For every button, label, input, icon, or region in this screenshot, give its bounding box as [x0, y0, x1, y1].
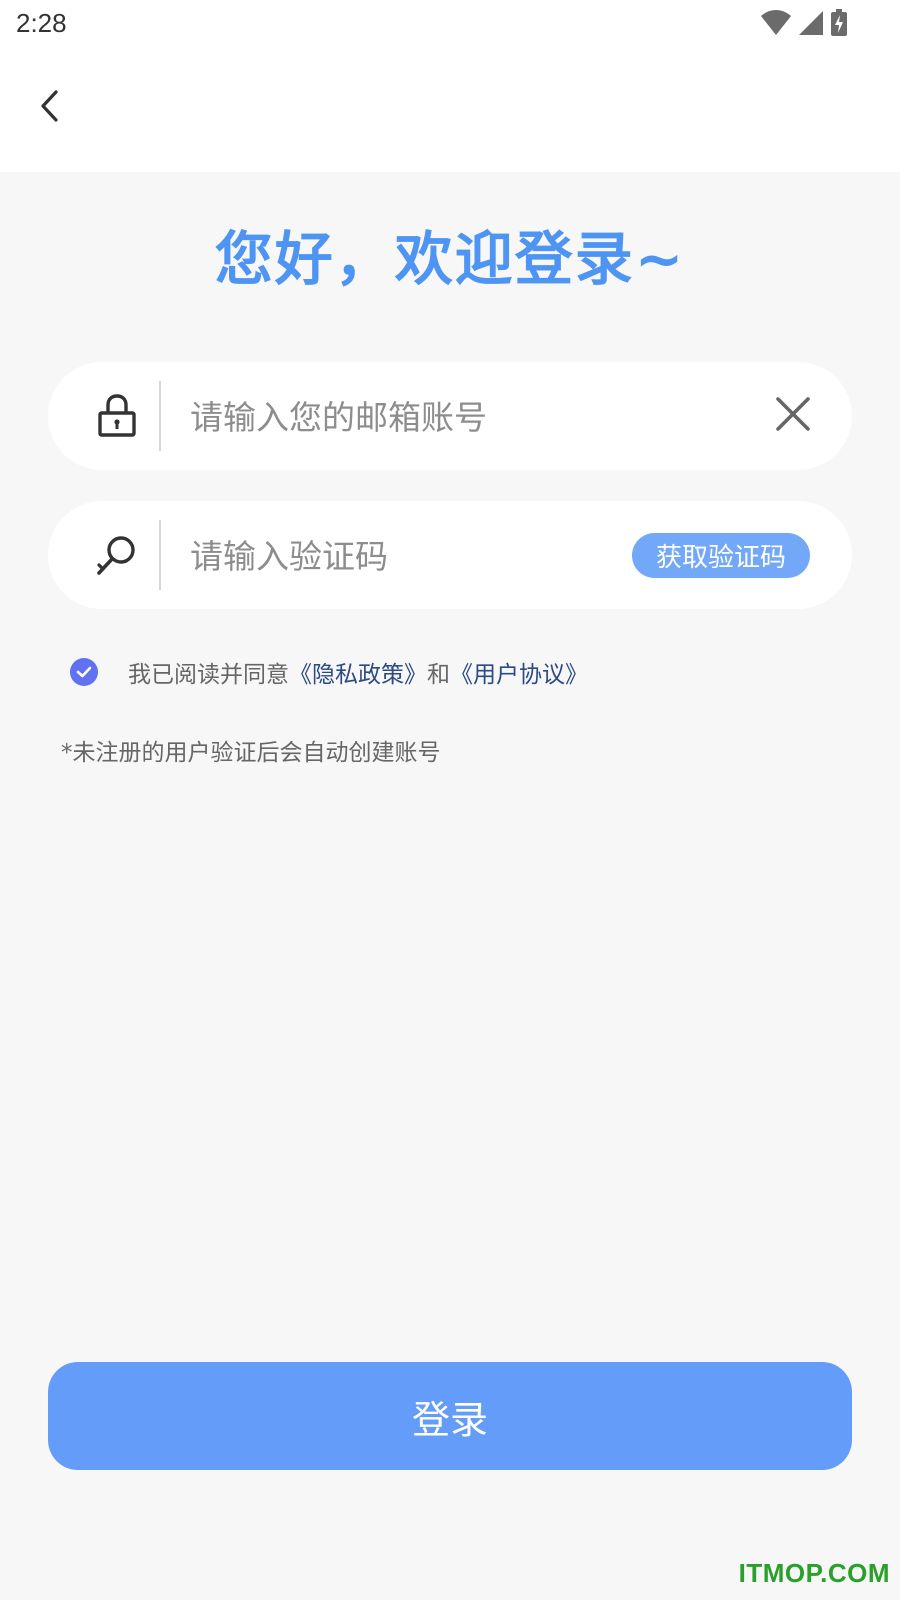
get-code-button[interactable]: 获取验证码 [632, 533, 810, 578]
field-divider [159, 520, 161, 590]
lock-icon [92, 391, 142, 441]
status-icons [760, 9, 848, 41]
clear-input-button[interactable] [770, 393, 816, 439]
privacy-policy-link[interactable]: 《隐私政策》 [289, 655, 427, 689]
registration-notice: *未注册的用户验证后会自动创建账号 [61, 740, 441, 766]
verification-code-field: 获取验证码 [48, 501, 852, 609]
login-button[interactable]: 登录 [48, 1362, 852, 1470]
signal-icon [798, 10, 824, 40]
watermark: ITMOP.COM [738, 1558, 890, 1588]
search-icon [92, 530, 142, 580]
battery-charging-icon [830, 9, 848, 41]
agreement-conjunction: 和 [427, 662, 450, 688]
back-button[interactable] [28, 78, 72, 138]
status-bar: 2:28 [0, 0, 900, 50]
email-field [48, 362, 852, 470]
check-icon [76, 659, 92, 685]
user-agreement-link[interactable]: 《用户协议》 [450, 655, 588, 689]
greeting-title: 您好，欢迎登录~ [214, 225, 686, 293]
verification-code-input[interactable] [188, 525, 622, 587]
field-divider [159, 381, 161, 451]
wifi-icon [760, 9, 792, 41]
agreement-row: 我已阅读并同意 《隐私政策》 和 《用户协议》 [70, 655, 588, 689]
status-time: 2:28 [16, 8, 67, 38]
agreement-text: 我已阅读并同意 [128, 662, 289, 688]
close-icon [775, 396, 811, 436]
chevron-left-icon [38, 89, 62, 127]
email-input[interactable] [188, 386, 712, 448]
agreement-checkbox[interactable] [70, 658, 98, 686]
app-bar [0, 50, 900, 172]
